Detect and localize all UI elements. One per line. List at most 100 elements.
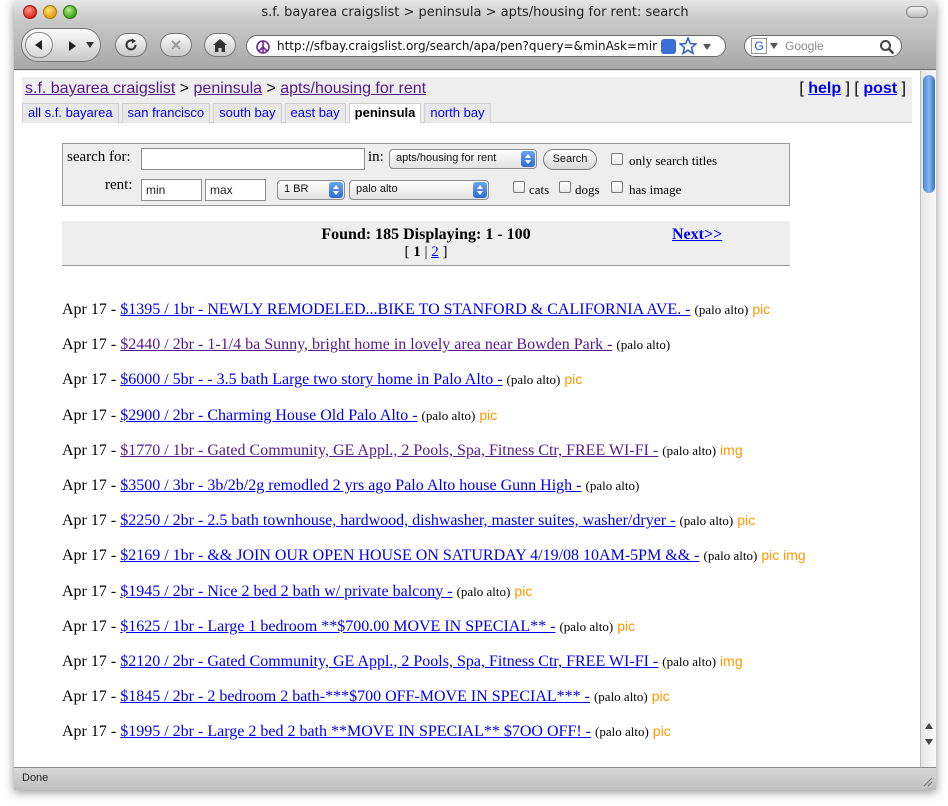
only-search-titles-label: only search titles — [629, 153, 718, 168]
breadcrumb-area-link[interactable]: peninsula — [194, 80, 263, 97]
back-arrow-icon — [35, 40, 42, 50]
tab-peninsula[interactable]: peninsula — [348, 103, 422, 123]
breadcrumb-site-link[interactable]: s.f. bayarea craigslist — [25, 80, 175, 97]
post-link[interactable]: post — [863, 80, 897, 97]
listing-title-link[interactable]: $1945 / 2br - Nice 2 bed 2 bath w/ priva… — [120, 583, 452, 600]
rent-label: rent: — [105, 177, 133, 193]
forward-button[interactable] — [62, 36, 82, 56]
listing-title-link[interactable]: $2250 / 2br - 2.5 bath townhouse, hardwo… — [120, 512, 675, 529]
cats-checkbox[interactable] — [513, 181, 525, 193]
breadcrumb-category-link[interactable]: apts/housing for rent — [280, 80, 426, 97]
navigation-toolbar: http://sfbay.craigslist.org/search/apa/p… — [14, 24, 936, 70]
window-title: s.f. bayarea craigslist > peninsula > ap… — [261, 5, 689, 20]
browser-window: s.f. bayarea craigslist > peninsula > ap… — [14, 0, 936, 790]
help-link[interactable]: help — [808, 80, 841, 97]
resize-grip-icon[interactable] — [921, 775, 933, 787]
listing-title-link[interactable]: $2440 / 2br - 1-1/4 ba Sunny, bright hom… — [120, 336, 612, 353]
only-search-titles-checkbox[interactable] — [611, 153, 623, 165]
search-engine-bar[interactable]: G Google — [744, 35, 902, 57]
listing-date: Apr 17 - — [62, 371, 121, 389]
listing-row: Apr 17 - $2440 / 2br - 1-1/4 ba Sunny, b… — [62, 336, 912, 371]
scroll-up-button[interactable] — [922, 719, 936, 733]
listing-tags: pic — [652, 723, 671, 740]
reload-button[interactable] — [115, 33, 147, 57]
forward-arrow-icon — [69, 41, 76, 51]
max-rent-input[interactable]: max — [205, 179, 266, 201]
status-bar: Done — [14, 767, 936, 790]
page-2-link[interactable]: 2 — [431, 244, 439, 260]
help-post-links: [ help ] [ post ] — [799, 80, 906, 98]
listing-date: Apr 17 - — [62, 336, 121, 354]
listing-tags: pic img — [761, 547, 806, 564]
has-image-checkbox[interactable] — [611, 181, 623, 193]
listing-location: (palo alto) — [679, 513, 734, 529]
dogs-checkbox[interactable] — [559, 181, 571, 193]
vertical-scrollbar[interactable] — [920, 71, 936, 767]
stop-button[interactable] — [160, 33, 192, 57]
bedrooms-select[interactable]: 1 BR — [277, 180, 345, 200]
listing-title-link[interactable]: $1770 / 1br - Gated Community, GE Appl.,… — [120, 442, 658, 459]
listing-title-link[interactable]: $3500 / 3br - 3b/2b/2g remodled 2 yrs ag… — [120, 477, 581, 494]
listing-title-link[interactable]: $6000 / 5br - - 3.5 bath Large two story… — [120, 371, 502, 388]
category-select[interactable]: apts/housing for rent — [389, 149, 537, 169]
tab-south-bay[interactable]: south bay — [213, 103, 282, 123]
search-icon[interactable] — [879, 39, 895, 55]
min-rent-input[interactable]: min — [141, 179, 202, 201]
search-input-placeholder[interactable]: Google — [785, 39, 824, 53]
pagination-bracket: ] — [438, 244, 448, 260]
bracket-text: ] [ — [841, 80, 864, 97]
site-favicon — [255, 39, 270, 54]
listing-title-link[interactable]: $2169 / 1br - && JOIN OUR OPEN HOUSE ON … — [120, 547, 699, 564]
results-summary-bar: Found: 185 Displaying: 1 - 100 [ 1 | 2 ]… — [62, 221, 790, 266]
scrollbar-thumb[interactable] — [923, 75, 935, 193]
tab-north-bay[interactable]: north bay — [424, 103, 491, 123]
listing-title-link[interactable]: $2900 / 2br - Charming House Old Palo Al… — [120, 407, 417, 424]
address-bar[interactable]: http://sfbay.craigslist.org/search/apa/p… — [246, 35, 726, 57]
listing-row: Apr 17 - $1395 / 1br - NEWLY REMODELED..… — [62, 301, 912, 336]
arrow-up-icon — [925, 723, 933, 729]
home-button[interactable] — [204, 33, 236, 57]
rss-feed-icon[interactable] — [661, 39, 676, 54]
scroll-down-button[interactable] — [922, 735, 936, 749]
toolbar-toggle-button[interactable] — [906, 6, 928, 18]
next-page-link[interactable]: Next>> — [672, 226, 722, 244]
tab-all-sf-bayarea[interactable]: all s.f. bayarea — [22, 103, 119, 123]
peace-sign-icon — [255, 39, 270, 54]
listing-row: Apr 17 - $1845 / 2br - 2 bedroom 2 bath-… — [62, 688, 912, 723]
listing-date: Apr 17 - — [62, 723, 121, 741]
neighborhood-select[interactable]: palo alto — [349, 180, 489, 200]
listing-date: Apr 17 - — [62, 617, 121, 635]
page-viewport: s.f. bayarea craigslist > peninsula > ap… — [14, 71, 920, 767]
category-select-value: apts/housing for rent — [396, 152, 497, 164]
google-logo-icon[interactable]: G — [751, 38, 767, 54]
listing-location: (palo alto) — [585, 477, 640, 493]
chevron-down-icon[interactable] — [770, 42, 778, 50]
listing-date: Apr 17 - — [62, 476, 121, 494]
breadcrumb-separator: > — [175, 80, 194, 97]
listing-tags: pic — [479, 406, 498, 423]
history-dropdown-button[interactable] — [85, 40, 95, 50]
back-button[interactable] — [25, 32, 53, 58]
query-input[interactable] — [141, 148, 365, 170]
home-icon — [213, 38, 227, 52]
listing-location: (palo alto) — [559, 618, 614, 634]
listing-location: (palo alto) — [662, 653, 717, 669]
url-text[interactable]: http://sfbay.craigslist.org/search/apa/p… — [277, 39, 657, 55]
chevron-down-icon[interactable] — [702, 42, 712, 52]
listing-title-link[interactable]: $2120 / 2br - Gated Community, GE Appl.,… — [120, 653, 658, 670]
current-page-number: 1 — [413, 244, 421, 260]
listing-tags: pic — [514, 582, 533, 599]
bookmark-star-icon[interactable] — [679, 37, 697, 55]
listing-tags: pic — [752, 301, 771, 317]
listing-title-link[interactable]: $1845 / 2br - 2 bedroom 2 bath-***$700 O… — [120, 688, 590, 705]
search-button[interactable]: Search — [543, 149, 597, 170]
listing-title-link[interactable]: $1395 / 1br - NEWLY REMODELED...BIKE TO … — [120, 301, 690, 318]
listing-location: (palo alto) — [662, 442, 717, 458]
tab-east-bay[interactable]: east bay — [284, 103, 346, 123]
listing-title-link[interactable]: $1625 / 1br - Large 1 bedroom **$700.00 … — [120, 618, 555, 635]
listing-location: (palo alto) — [694, 302, 749, 317]
tab-san-francisco[interactable]: san francisco — [121, 103, 211, 123]
in-label: in: — [368, 149, 384, 165]
listing-tags: img — [720, 652, 743, 669]
listing-title-link[interactable]: $1995 / 2br - Large 2 bed 2 bath **MOVE … — [120, 723, 591, 740]
